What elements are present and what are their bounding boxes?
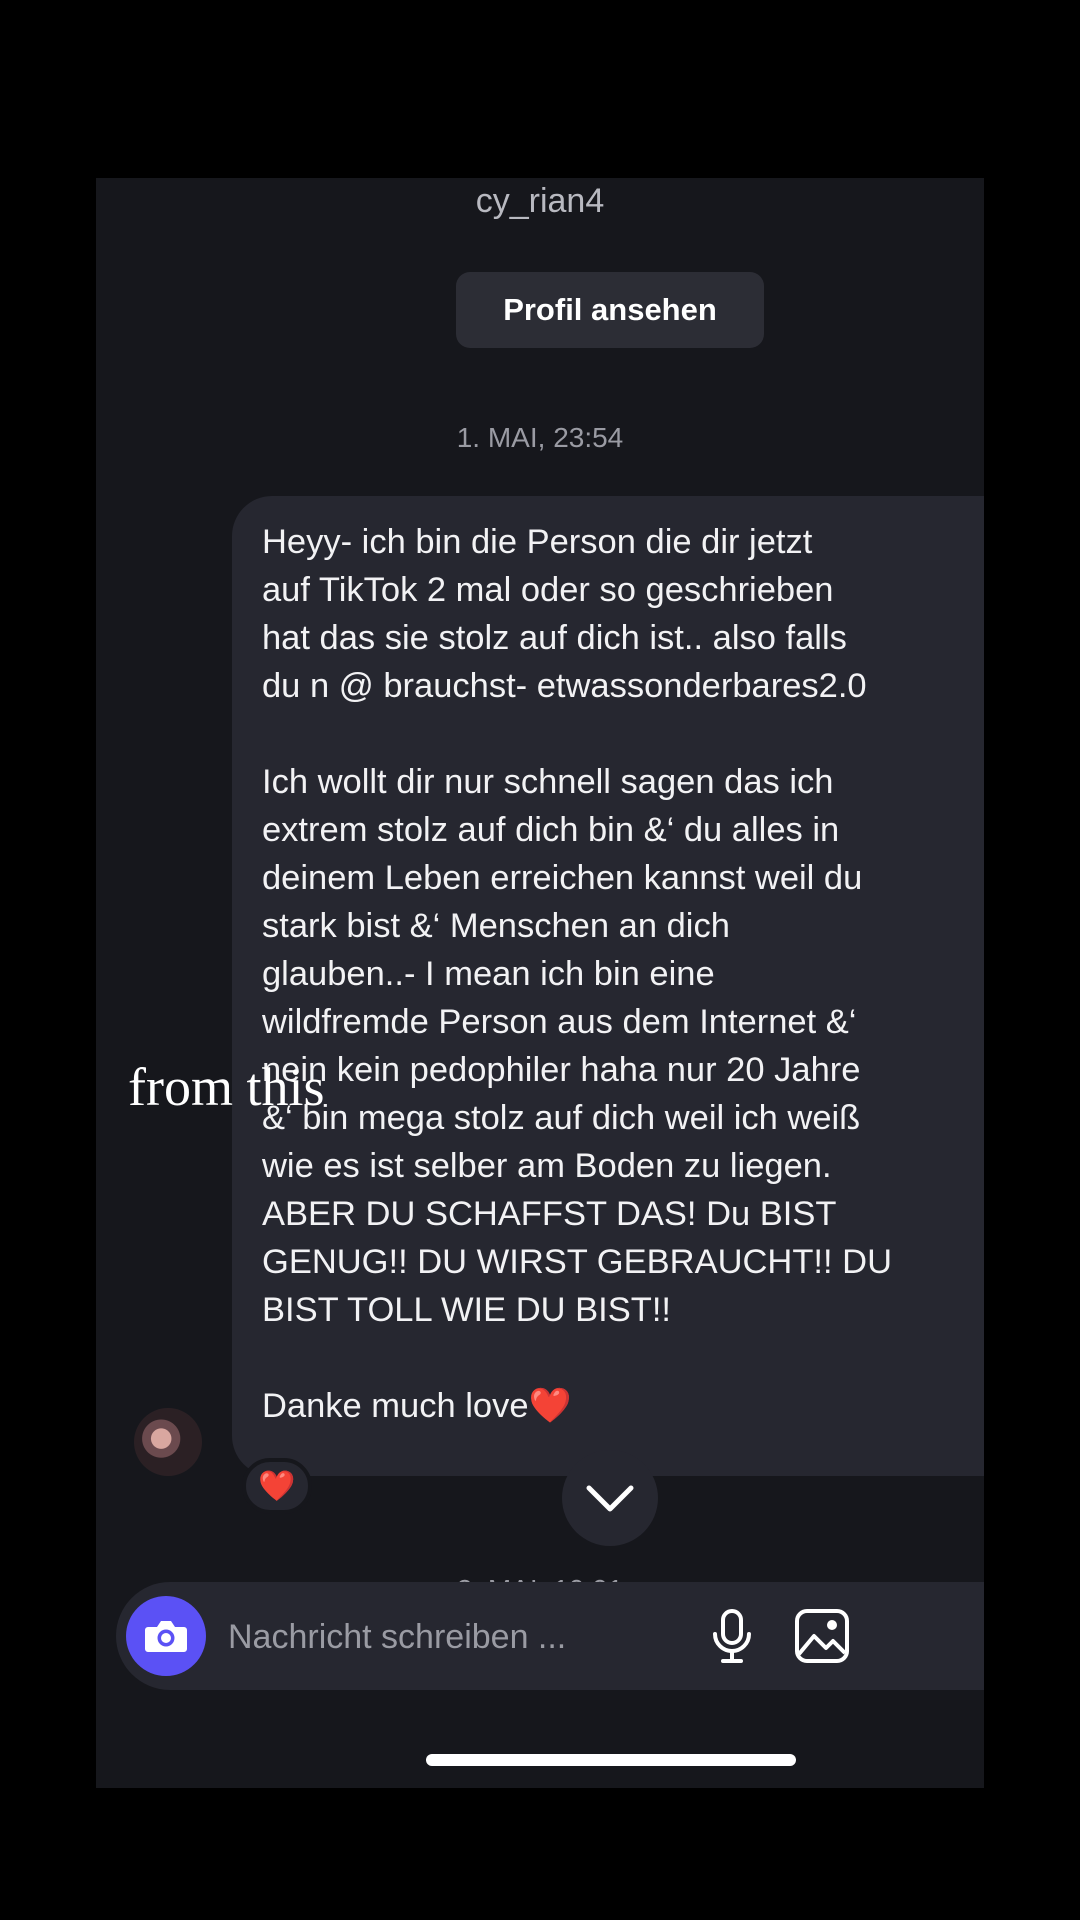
- message-composer: [116, 1582, 984, 1690]
- gallery-button[interactable]: [794, 1608, 850, 1664]
- camera-button[interactable]: [126, 1596, 206, 1676]
- message-paragraph-3: Danke much love❤️: [262, 1382, 974, 1430]
- heart-emoji: ❤️: [528, 1387, 572, 1425]
- message-paragraph-1: Heyy- ich bin die Person die dir jetzt a…: [262, 523, 867, 705]
- message-input[interactable]: [226, 1606, 670, 1668]
- chat-screen: cy_rian4 Profil ansehen 1. MAI, 23:54 He…: [96, 178, 984, 1788]
- microphone-button[interactable]: [704, 1608, 760, 1664]
- view-profile-button[interactable]: Profil ansehen: [456, 272, 764, 348]
- avatar[interactable]: [134, 1408, 202, 1476]
- chat-username[interactable]: cy_rian4: [96, 178, 984, 224]
- home-indicator[interactable]: [426, 1754, 796, 1766]
- video-caption: from this: [128, 1057, 325, 1117]
- message-paragraph-2: Ich wollt dir nur schnell sagen das ich …: [262, 763, 892, 1329]
- chevron-down-icon: [586, 1485, 634, 1512]
- message-bubble[interactable]: Heyy- ich bin die Person die dir jetzt a…: [232, 496, 984, 1476]
- date-separator: 1. MAI, 23:54: [456, 422, 624, 453]
- scroll-down-button[interactable]: [562, 1450, 658, 1546]
- image-icon: [795, 1609, 849, 1663]
- camera-icon: [145, 1621, 187, 1652]
- message-signoff: Danke much love: [262, 1387, 529, 1425]
- reaction-badge[interactable]: ❤️: [242, 1458, 312, 1514]
- microphone-icon: [713, 1609, 751, 1663]
